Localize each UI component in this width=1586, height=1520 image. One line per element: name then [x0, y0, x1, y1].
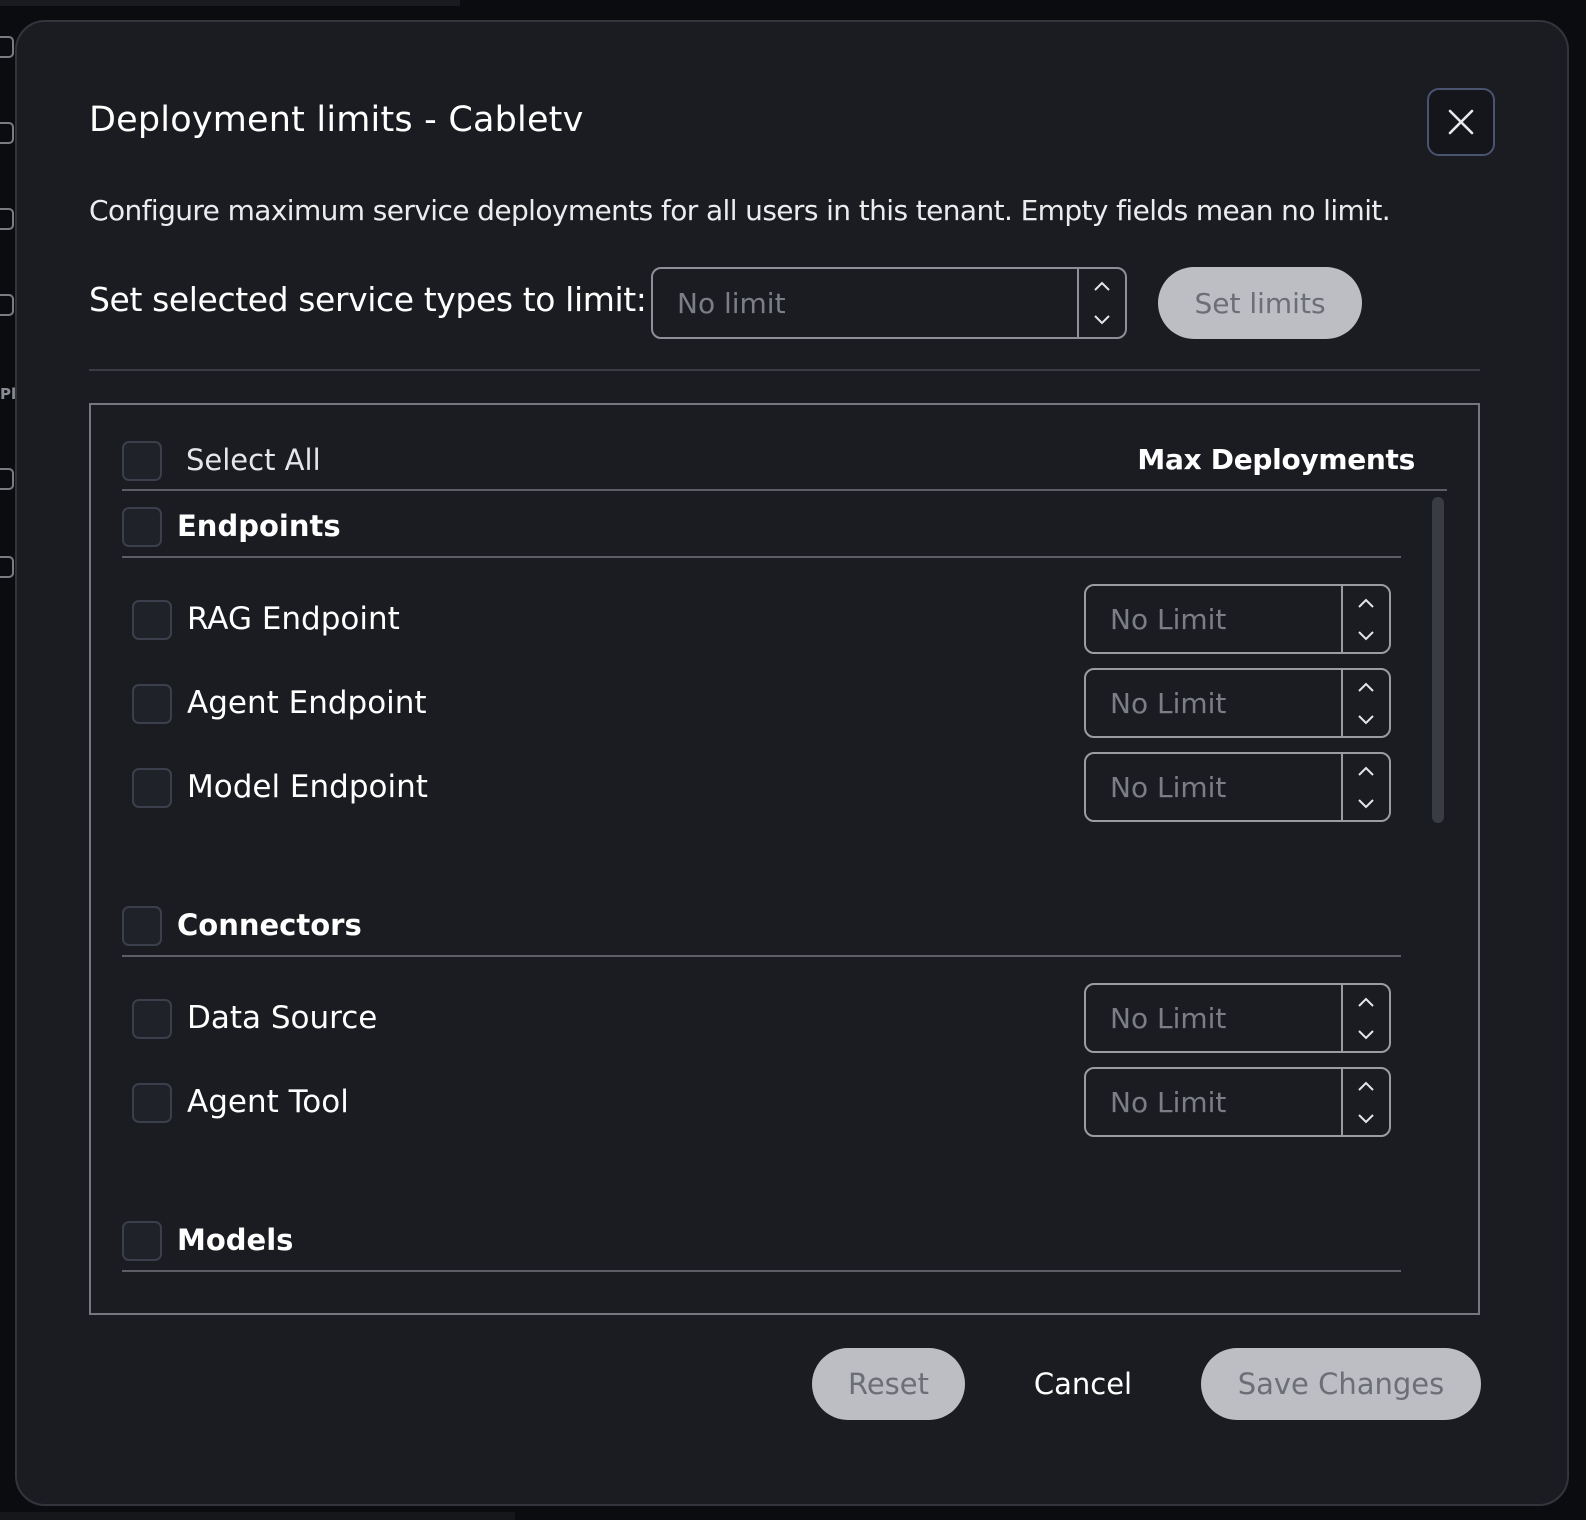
limit-stepper	[1341, 670, 1389, 736]
group-divider	[122, 955, 1401, 957]
increment-button[interactable]	[1343, 586, 1389, 619]
save-changes-button[interactable]: Save Changes	[1201, 1348, 1481, 1420]
item-label-agent-tool: Agent Tool	[187, 1084, 349, 1120]
item-label-agent-endpoint: Agent Endpoint	[187, 685, 427, 721]
reset-button[interactable]: Reset	[812, 1348, 965, 1420]
deployment-limits-dialog: Deployment limits - Cabletv Configure ma…	[15, 20, 1569, 1506]
decrement-button[interactable]	[1343, 787, 1389, 820]
section-divider	[89, 369, 1480, 371]
increment-button[interactable]	[1343, 985, 1389, 1018]
cancel-button[interactable]: Cancel	[1009, 1348, 1157, 1420]
sidebar-partial-text: Pl	[0, 385, 17, 403]
group-checkbox-models[interactable]	[122, 1221, 162, 1261]
limit-input-data-source[interactable]	[1086, 985, 1344, 1051]
decrement-button[interactable]	[1343, 703, 1389, 736]
decrement-button[interactable]	[1079, 303, 1125, 337]
chevron-down-icon	[1358, 630, 1374, 640]
group-divider	[122, 1270, 1401, 1272]
item-checkbox-data-source[interactable]	[132, 999, 172, 1039]
limit-field-data-source	[1084, 983, 1391, 1053]
item-label-model-endpoint: Model Endpoint	[187, 769, 428, 805]
group-divider	[122, 556, 1401, 558]
background-topbar	[0, 0, 460, 6]
item-label-rag-endpoint: RAG Endpoint	[187, 601, 400, 637]
chevron-up-icon	[1358, 997, 1374, 1007]
chevron-down-icon	[1094, 315, 1110, 325]
increment-button[interactable]	[1343, 670, 1389, 703]
item-checkbox-rag-endpoint[interactable]	[132, 600, 172, 640]
item-checkbox-agent-endpoint[interactable]	[132, 684, 172, 724]
group-label-connectors: Connectors	[177, 908, 362, 942]
chevron-down-icon	[1358, 1113, 1374, 1123]
limit-stepper	[1341, 985, 1389, 1051]
max-deployments-header: Max Deployments	[1137, 443, 1415, 476]
limit-field-agent-tool	[1084, 1067, 1391, 1137]
item-label-data-source: Data Source	[187, 1000, 378, 1036]
close-button[interactable]	[1427, 88, 1495, 156]
decrement-button[interactable]	[1343, 619, 1389, 652]
group-checkbox-endpoints[interactable]	[122, 507, 162, 547]
limit-input-model-endpoint[interactable]	[1086, 754, 1344, 820]
chevron-down-icon	[1358, 714, 1374, 724]
chevron-up-icon	[1358, 598, 1374, 608]
select-all-checkbox[interactable]	[122, 441, 162, 481]
limit-field-rag-endpoint	[1084, 584, 1391, 654]
chevron-up-icon	[1358, 682, 1374, 692]
increment-button[interactable]	[1343, 1069, 1389, 1102]
select-all-label: Select All	[186, 443, 321, 477]
background-bottombar	[0, 1512, 515, 1520]
limit-input-agent-endpoint[interactable]	[1086, 670, 1344, 736]
close-icon	[1448, 109, 1474, 135]
set-limits-button[interactable]: Set limits	[1158, 267, 1362, 339]
service-types-panel: Select All Max Deployments Endpoints RAG…	[89, 403, 1480, 1315]
increment-button[interactable]	[1343, 754, 1389, 787]
settings-icon	[0, 468, 14, 490]
limit-stepper	[1341, 586, 1389, 652]
chevron-down-icon	[1358, 798, 1374, 808]
limit-input-rag-endpoint[interactable]	[1086, 586, 1344, 652]
dialog-title: Deployment limits - Cabletv	[89, 100, 584, 140]
chess-icon	[0, 294, 14, 316]
limit-stepper	[1341, 1069, 1389, 1135]
background-sidebar: Pl	[0, 0, 16, 700]
limit-stepper	[1341, 754, 1389, 820]
group-checkbox-connectors[interactable]	[122, 906, 162, 946]
chevron-up-icon	[1094, 281, 1110, 291]
bulk-limit-field	[651, 267, 1127, 339]
chevron-down-icon	[1358, 1029, 1374, 1039]
limit-input-agent-tool[interactable]	[1086, 1069, 1344, 1135]
group-label-models: Models	[177, 1223, 294, 1257]
robot-icon	[0, 122, 14, 144]
scrollbar[interactable]	[1432, 497, 1444, 823]
bulk-limit-label: Set selected service types to limit:	[89, 280, 647, 319]
dialog-description: Configure maximum service deployments fo…	[89, 194, 1391, 227]
chevron-up-icon	[1358, 766, 1374, 776]
item-checkbox-agent-tool[interactable]	[132, 1083, 172, 1123]
limit-field-agent-endpoint	[1084, 668, 1391, 738]
decrement-button[interactable]	[1343, 1102, 1389, 1135]
limit-field-model-endpoint	[1084, 752, 1391, 822]
decrement-button[interactable]	[1343, 1018, 1389, 1051]
chevron-up-icon	[1358, 1081, 1374, 1091]
group-label-endpoints: Endpoints	[177, 509, 341, 543]
gear-icon	[0, 208, 14, 230]
increment-button[interactable]	[1079, 269, 1125, 303]
document-icon	[0, 556, 14, 578]
item-checkbox-model-endpoint[interactable]	[132, 768, 172, 808]
bulk-limit-input[interactable]	[653, 269, 1077, 337]
header-divider	[122, 489, 1447, 491]
bookmark-icon	[0, 36, 14, 58]
bulk-limit-stepper	[1077, 269, 1125, 337]
